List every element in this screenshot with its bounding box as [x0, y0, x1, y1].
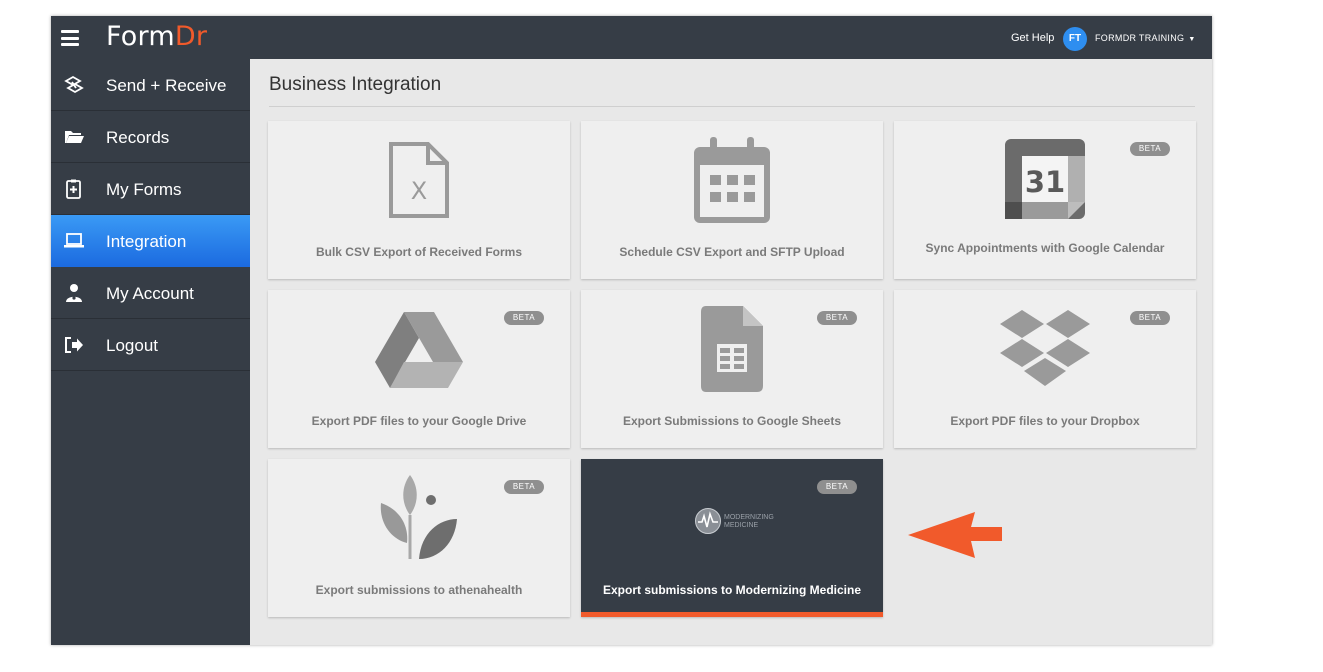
- dropbox-icon: [1000, 310, 1090, 386]
- beta-badge: BETA: [1130, 311, 1170, 325]
- beta-badge: BETA: [1130, 142, 1170, 156]
- folder-icon: [65, 131, 84, 143]
- card-schedule-csv-sftp[interactable]: Schedule CSV Export and SFTP Upload: [581, 121, 883, 279]
- sidebar-item-records[interactable]: Records: [51, 111, 250, 163]
- logo-text-dr: Dr: [174, 21, 208, 52]
- calendar-date-text: 31: [1025, 165, 1065, 199]
- svg-text:X: X: [411, 177, 427, 205]
- card-label: Bulk CSV Export of Received Forms: [315, 245, 523, 259]
- logo-text-line2: MEDICINE: [724, 522, 759, 529]
- sidebar-item-integration[interactable]: Integration: [51, 215, 250, 267]
- card-export-google-sheets[interactable]: BETA Export Submissions to Google Sheets: [581, 290, 883, 448]
- card-label: Export PDF files to your Dropbox: [950, 414, 1140, 428]
- logout-icon: [65, 337, 83, 353]
- card-export-modernizing-medicine[interactable]: BETA MODERNIZING MEDICINE Export submiss…: [581, 459, 883, 617]
- annotation-arrow-icon: [908, 512, 1002, 558]
- calendar-icon: [694, 137, 770, 223]
- card-label: Export Submissions to Google Sheets: [622, 414, 842, 428]
- card-sync-google-calendar[interactable]: BETA 31 Sync Appointments with Google Ca…: [894, 121, 1196, 279]
- google-calendar-icon: 31: [1005, 139, 1085, 219]
- sidebar-item-my-forms[interactable]: My Forms: [51, 163, 250, 215]
- page-title: Business Integration: [269, 74, 442, 95]
- card-label: Schedule CSV Export and SFTP Upload: [619, 245, 845, 259]
- sidebar-item-logout[interactable]: Logout: [51, 319, 250, 371]
- logo-text-form: Form: [106, 21, 175, 52]
- card-label: Export submissions to Modernizing Medici…: [602, 583, 862, 597]
- card-export-google-drive[interactable]: BETA Export PDF files to your Google Dri…: [268, 290, 570, 448]
- app-window: FormDr Get Help FT FORMDR TRAINING ▼ Send…: [51, 16, 1212, 645]
- sidebar-item-send-receive[interactable]: Send + Receive: [51, 59, 250, 111]
- get-help-link[interactable]: Get Help: [1011, 32, 1054, 44]
- sidebar-item-label: My Forms: [106, 180, 182, 199]
- card-label: Sync Appointments with Google Calendar: [925, 241, 1165, 255]
- sidebar-item-label: Integration: [106, 232, 187, 251]
- laptop-icon: [64, 233, 84, 248]
- google-drive-icon: [375, 312, 463, 388]
- sidebar-item-label: Logout: [106, 336, 158, 355]
- sidebar: Send + Receive Records My Forms Integrat…: [51, 59, 250, 645]
- hamburger-menu-icon[interactable]: [61, 30, 79, 46]
- sidebar-item-label: Send + Receive: [106, 76, 227, 95]
- main-content: Business Integration X Bulk CSV Export o…: [250, 59, 1212, 645]
- send-receive-icon: [64, 75, 84, 94]
- sidebar-item-label: Records: [106, 128, 170, 147]
- beta-badge: BETA: [817, 480, 857, 494]
- title-divider: [269, 106, 1195, 107]
- caret-down-icon: ▼: [1188, 36, 1196, 43]
- logo-text-line1: MODERNIZING: [724, 514, 774, 521]
- formdr-logo[interactable]: FormDr: [106, 21, 207, 52]
- user-name: FORMDR TRAINING: [1095, 33, 1185, 43]
- beta-badge: BETA: [504, 480, 544, 494]
- avatar[interactable]: FT: [1063, 27, 1087, 51]
- beta-badge: BETA: [817, 311, 857, 325]
- user-menu[interactable]: FORMDR TRAINING ▼: [1095, 33, 1196, 43]
- user-icon: [66, 284, 82, 302]
- card-export-athenahealth[interactable]: BETA Export submissions to athenahealth: [268, 459, 570, 617]
- clipboard-icon: [66, 179, 81, 199]
- card-export-dropbox[interactable]: BETA Export PDF files to your Dropbox: [894, 290, 1196, 448]
- card-bulk-csv-export[interactable]: X Bulk CSV Export of Received Forms: [268, 121, 570, 279]
- top-bar: FormDr Get Help FT FORMDR TRAINING ▼: [51, 16, 1212, 59]
- card-label: Export submissions to athenahealth: [315, 583, 523, 597]
- athenahealth-icon: [380, 475, 457, 559]
- google-sheets-icon: [701, 306, 763, 392]
- modernizing-medicine-logo: MODERNIZING MEDICINE: [695, 508, 774, 534]
- card-label: Export PDF files to your Google Drive: [311, 414, 527, 428]
- sidebar-item-my-account[interactable]: My Account: [51, 267, 250, 319]
- beta-badge: BETA: [504, 311, 544, 325]
- csv-file-icon: X: [389, 142, 449, 218]
- sidebar-item-label: My Account: [106, 284, 194, 303]
